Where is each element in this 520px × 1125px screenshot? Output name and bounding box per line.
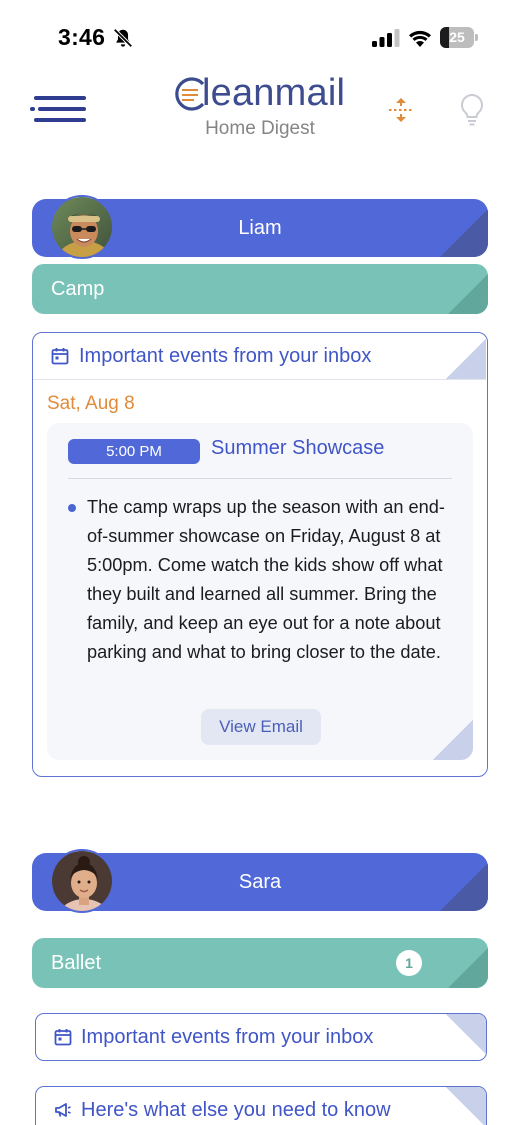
category-label: Ballet [51,952,102,974]
event-date: Sat, Aug 8 [47,393,135,414]
megaphone-icon [55,1103,71,1117]
category-label: Camp [51,278,105,300]
important-events-card: Important events from your inbox Sat, Au… [32,332,488,777]
card-heading: Important events from your inbox [79,345,372,367]
battery-percent: 25 [449,29,465,45]
divider [68,478,452,479]
event-item: 5:00 PM Summer Showcase The camp wraps u… [47,423,473,760]
event-description: The camp wraps up the season with an end… [87,497,445,662]
bell-muted-icon [113,28,133,48]
app-name: leanmail [202,72,346,114]
event-title: Summer Showcase [211,437,385,459]
event-time-badge: 5:00 PM [68,439,200,464]
calendar-icon [51,348,69,365]
calendar-icon [54,1029,72,1046]
view-email-button[interactable]: View Email [201,709,321,745]
avatar-liam [50,195,114,259]
bullet-icon [68,504,76,512]
card-header[interactable]: Important events from your inbox [33,333,486,380]
need-to-know-card-collapsed[interactable]: Here's what else you need to know [35,1086,487,1125]
category-ballet[interactable]: Ballet 1 [32,938,488,988]
category-camp[interactable]: Camp [32,264,488,314]
collapse-expand-icon[interactable] [386,95,416,125]
battery-indicator: 25 [440,27,478,49]
status-bar: 3:46 25 [0,0,520,70]
avatar-sara [50,849,114,913]
cellular-signal-icon [372,29,400,47]
digest-subtitle: Home Digest [205,118,315,139]
app-logo: leanmail [170,72,350,118]
menu-button[interactable] [30,92,88,126]
card-heading: Here's what else you need to know [81,1099,391,1121]
card-heading: Important events from your inbox [81,1026,374,1048]
wifi-icon [409,30,431,47]
status-time: 3:46 [58,24,106,50]
count-badge: 1 [396,950,422,976]
lightbulb-icon[interactable] [456,92,488,128]
important-events-card-collapsed[interactable]: Important events from your inbox [35,1013,487,1061]
